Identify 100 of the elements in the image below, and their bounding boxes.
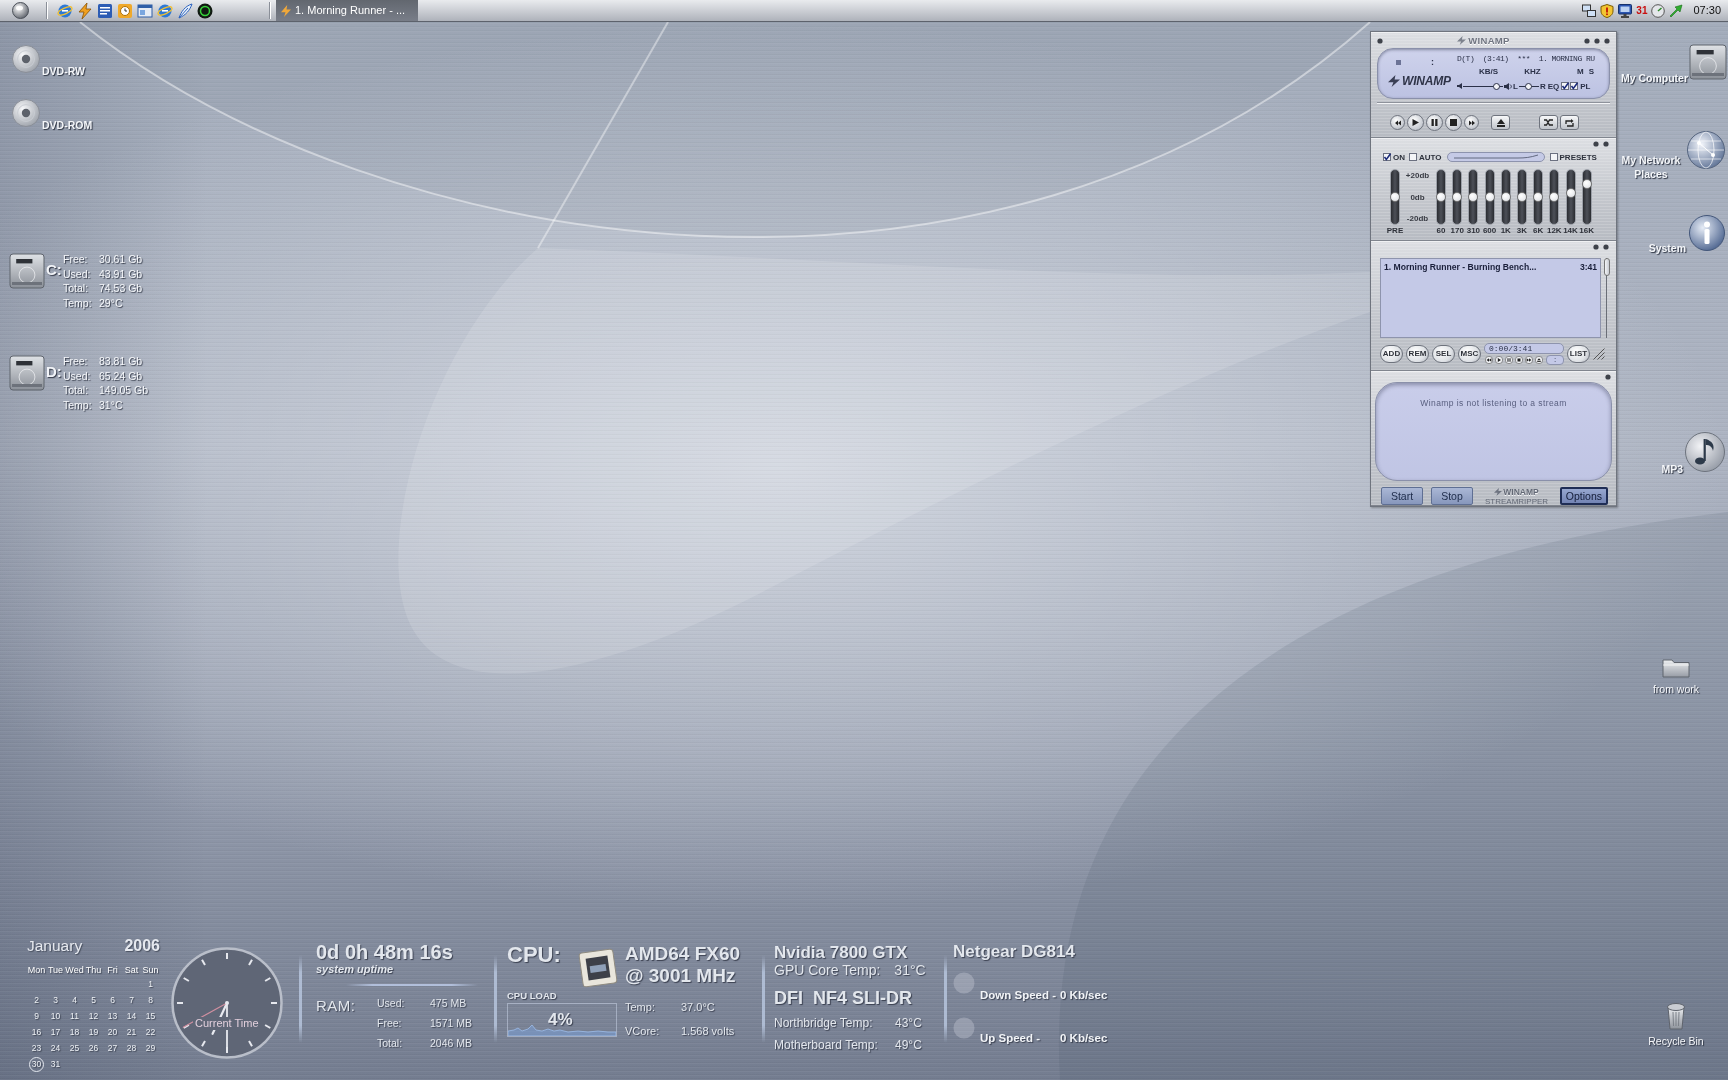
eq-slider[interactable] [1452, 169, 1463, 225]
channel-mode-label: M [1577, 67, 1584, 76]
eq-slider-thumb[interactable] [1581, 178, 1592, 189]
drive-stat-value: 149.05 Gb [99, 383, 149, 399]
next-button[interactable] [1464, 115, 1479, 130]
eq-slider-thumb[interactable] [1468, 192, 1479, 202]
hard-drive-icon[interactable] [1689, 42, 1727, 82]
eq-slider[interactable] [1581, 169, 1592, 225]
dot-icon[interactable] [1603, 244, 1609, 250]
scrollbar-thumb[interactable] [1604, 258, 1611, 276]
playlist-button[interactable]: ADD [1380, 345, 1403, 363]
eq-slider-thumb[interactable] [1390, 192, 1400, 202]
checkbox-label[interactable]: AUTO [1419, 152, 1442, 162]
eq-slider[interactable] [1500, 169, 1511, 225]
playlist-button[interactable]: REM [1406, 345, 1429, 363]
feather-icon[interactable] [177, 2, 193, 19]
list-button[interactable]: LIST [1567, 345, 1590, 363]
info-icon[interactable] [1689, 215, 1725, 251]
shortcut-label[interactable]: Recycle Bin [1648, 1035, 1704, 1048]
disc-icon[interactable] [12, 45, 40, 73]
toggle-label[interactable]: EQ [1547, 81, 1560, 91]
stop-icon[interactable] [1515, 356, 1523, 364]
dot-icon[interactable] [1584, 37, 1590, 44]
globe-icon[interactable] [57, 2, 73, 19]
playlist-item[interactable]: 1. Morning Runner - Burning Bench... 3:41 [1383, 262, 1599, 273]
dot-icon[interactable] [1377, 37, 1383, 44]
eq-slider-thumb[interactable] [1484, 192, 1495, 202]
playlist-button[interactable]: SEL [1432, 345, 1455, 363]
shuffle-button[interactable] [1539, 115, 1558, 130]
eq-slider-thumb[interactable] [1436, 192, 1446, 202]
eq-slider-thumb[interactable] [1533, 192, 1544, 202]
music-note-icon[interactable] [1685, 432, 1725, 472]
clock-icon[interactable] [117, 2, 133, 19]
playlist-button[interactable]: MSC [1458, 345, 1481, 363]
document-icon[interactable] [97, 2, 113, 19]
start-orb-icon[interactable] [12, 2, 29, 19]
checkbox[interactable] [1549, 153, 1558, 161]
dot-icon[interactable] [1594, 37, 1600, 44]
eq-slider[interactable] [1436, 169, 1446, 225]
streamripper-button[interactable]: Start [1381, 487, 1423, 505]
gauge-icon[interactable] [1651, 3, 1666, 18]
shield-icon[interactable] [1600, 3, 1615, 18]
checkbox-label[interactable]: PRESETS [1559, 152, 1597, 162]
monitor-icon[interactable] [1618, 3, 1633, 18]
eq-slider[interactable] [1468, 169, 1479, 225]
dot-icon[interactable] [1593, 141, 1599, 147]
checkbox[interactable] [1409, 153, 1417, 161]
dot-icon[interactable] [1604, 37, 1610, 44]
tray-date[interactable]: 31 [1636, 5, 1648, 16]
eq-slider-thumb[interactable] [1516, 192, 1527, 202]
repeat-button[interactable] [1560, 115, 1579, 130]
eq-slider[interactable] [1565, 169, 1576, 225]
globe-icon[interactable] [1687, 131, 1725, 169]
volume-slider[interactable] [1463, 82, 1503, 90]
eq-slider-thumb[interactable] [1549, 192, 1560, 202]
ring-icon[interactable] [197, 2, 213, 19]
streamripper-button[interactable]: Stop [1431, 487, 1473, 505]
stop-button[interactable] [1445, 114, 1462, 131]
eq-slider-thumb[interactable] [1452, 192, 1463, 202]
pause-icon[interactable] [1505, 356, 1513, 364]
arrow-icon[interactable] [1669, 3, 1684, 18]
weekday-label: Sun [141, 965, 160, 976]
next-icon[interactable] [1525, 356, 1533, 364]
balance-thumb[interactable] [1525, 82, 1533, 90]
eq-slider[interactable] [1549, 169, 1560, 225]
folder-icon[interactable] [1662, 656, 1690, 678]
network-icon[interactable] [1582, 3, 1597, 18]
eq-slider[interactable] [1484, 169, 1495, 225]
previous-button[interactable] [1390, 115, 1405, 130]
disc-icon[interactable] [12, 99, 40, 127]
task-button[interactable]: 1. Morning Runner - ... [276, 0, 418, 21]
eq-slider[interactable] [1390, 169, 1400, 225]
dot-icon[interactable] [1603, 141, 1609, 147]
eject-button[interactable] [1491, 115, 1510, 130]
eq-slider-thumb[interactable] [1500, 192, 1511, 202]
globe-icon[interactable] [157, 2, 173, 19]
dot-icon[interactable] [1605, 374, 1611, 380]
eq-slider[interactable] [1533, 169, 1544, 225]
trash-bin-icon[interactable] [1666, 1002, 1686, 1030]
previous-icon[interactable] [1485, 356, 1493, 364]
eject-icon[interactable] [1535, 356, 1543, 364]
checkbox[interactable] [1383, 153, 1391, 161]
scrollbar[interactable] [1604, 258, 1610, 338]
toggle-label[interactable]: PL [1580, 81, 1591, 91]
calendar-day: 17 [48, 1024, 63, 1040]
checkbox-label[interactable]: ON [1393, 152, 1405, 162]
resize-grip-icon[interactable] [1593, 348, 1605, 360]
play-icon[interactable] [1495, 356, 1503, 364]
checkbox[interactable] [1570, 82, 1579, 90]
play-button[interactable] [1407, 114, 1424, 131]
lightning-icon[interactable] [77, 2, 93, 19]
checkbox[interactable] [1561, 82, 1570, 90]
streamripper-button[interactable]: Options [1559, 487, 1608, 505]
eq-slider[interactable] [1516, 169, 1527, 225]
eq-slider-thumb[interactable] [1565, 187, 1576, 198]
window-icon[interactable] [137, 2, 153, 19]
volume-thumb[interactable] [1493, 82, 1501, 90]
window-title: WINAMP [1468, 35, 1510, 46]
dot-icon[interactable] [1593, 244, 1599, 250]
pause-button[interactable] [1426, 114, 1443, 131]
